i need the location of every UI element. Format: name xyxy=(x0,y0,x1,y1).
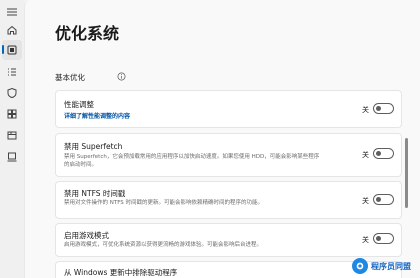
setting-card-game-mode: 启用游戏模式 启用游戏模式，可优化系统资源以获得更流畅的游戏体验。可能会影响后台… xyxy=(55,223,402,257)
navigation-rail xyxy=(0,0,24,278)
setting-description: 禁用 Superfetch，它会预加载常用的应用程序以加快启动速度。如果您使用 … xyxy=(64,154,320,168)
toggle-knob xyxy=(376,151,381,156)
setting-card-exclude-drivers: 从 Windows 更新中排除驱动程序 xyxy=(55,261,402,278)
setting-description: 启用游戏模式，可优化系统资源以获得更流畅的游戏体验。可能会影响后台进程。 xyxy=(64,242,263,248)
setting-title: 禁用 NTFS 时间戳 xyxy=(64,189,126,198)
section-header: 基本优化 xyxy=(55,73,85,82)
setting-title: 从 Windows 更新中排除驱动程序 xyxy=(64,268,178,277)
toggle-state-label: 关 xyxy=(362,151,369,159)
shield-icon[interactable] xyxy=(2,83,22,103)
setting-card-performance: 性能调整 详细了解性能调整的内容 关 xyxy=(55,90,402,128)
package-icon[interactable] xyxy=(2,125,22,145)
game-mode-toggle[interactable] xyxy=(373,233,394,244)
device-icon[interactable] xyxy=(2,147,22,167)
optimize-icon[interactable] xyxy=(2,40,22,60)
main-content: 优化系统 基本优化 性能调整 详细了解性能调整的内容 关 禁用 Superfet… xyxy=(24,0,420,278)
apps-icon[interactable] xyxy=(2,104,22,124)
setting-card-ntfs-timestamp: 禁用 NTFS 时间戳 禁用对文件操作的 NTFS 时间戳的更新。可能会影响依赖… xyxy=(55,181,402,219)
toggle-knob xyxy=(376,197,381,202)
setting-title: 禁用 Superfetch xyxy=(64,142,123,151)
watermark: 程序员同盟 xyxy=(352,256,420,276)
performance-toggle[interactable] xyxy=(373,103,394,114)
info-icon[interactable] xyxy=(117,72,126,81)
setting-description: 禁用对文件操作的 NTFS 时间戳的更新。可能会影响依赖精确时间的程序的功能。 xyxy=(64,200,264,206)
page-title: 优化系统 xyxy=(55,24,120,43)
setting-card-superfetch: 禁用 Superfetch 禁用 Superfetch，它会预加载常用的应用程序… xyxy=(55,133,402,177)
ntfs-timestamp-toggle[interactable] xyxy=(373,194,394,205)
watermark-text: 程序员同盟 xyxy=(371,261,411,271)
watermark-logo xyxy=(352,258,368,274)
setting-title: 性能调整 xyxy=(64,100,94,109)
setting-title: 启用游戏模式 xyxy=(64,231,109,240)
toggle-knob xyxy=(376,236,381,241)
home-icon[interactable] xyxy=(2,20,22,40)
active-indicator xyxy=(2,45,4,54)
list-icon[interactable] xyxy=(2,62,22,82)
toggle-state-label: 关 xyxy=(362,106,369,114)
hamburger-menu-icon[interactable] xyxy=(2,2,22,22)
superfetch-toggle[interactable] xyxy=(373,148,394,159)
learn-more-link[interactable]: 详细了解性能调整的内容 xyxy=(64,111,130,120)
toggle-state-label: 关 xyxy=(362,197,369,205)
toggle-knob xyxy=(376,106,381,111)
toggle-state-label: 关 xyxy=(362,236,369,244)
vertical-scrollbar[interactable] xyxy=(405,138,408,208)
